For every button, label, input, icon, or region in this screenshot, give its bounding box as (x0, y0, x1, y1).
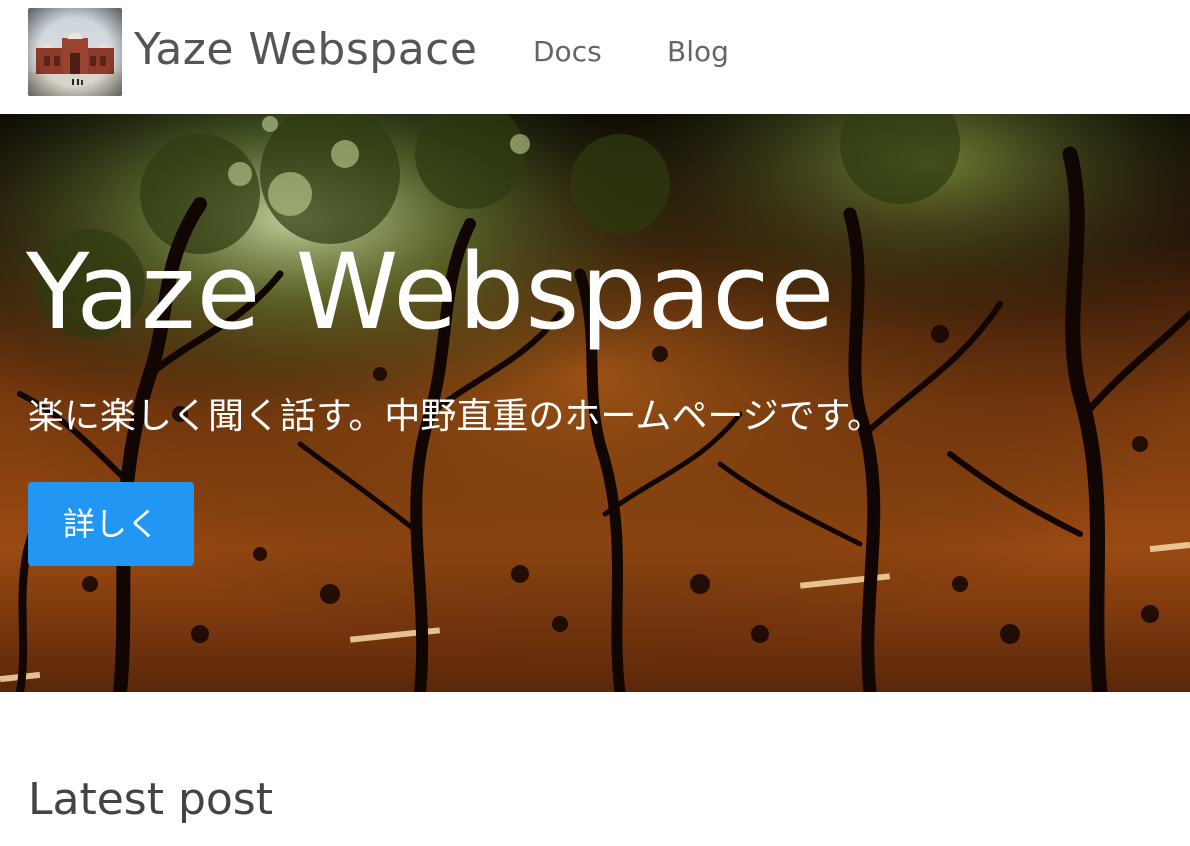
site-title[interactable]: Yaze Webspace (134, 20, 477, 80)
nav-link-blog[interactable]: Blog (667, 32, 729, 72)
hero-subtitle: 楽に楽しく聞く話す。中野直重のホームページです。 (28, 396, 884, 437)
mosque-photo-icon (28, 8, 122, 96)
site-logo-icon[interactable] (28, 8, 122, 96)
nav-link-docs[interactable]: Docs (533, 32, 602, 72)
navbar: Yaze Webspace Docs Blog (0, 0, 1190, 114)
hero-banner: Yaze Webspace 楽に楽しく聞く話す。中野直重のホームページです。 詳… (0, 114, 1190, 692)
more-details-button[interactable]: 詳しく (28, 482, 194, 566)
hero-title: Yaze Webspace (26, 231, 836, 353)
latest-post-heading: Latest post (28, 774, 273, 825)
